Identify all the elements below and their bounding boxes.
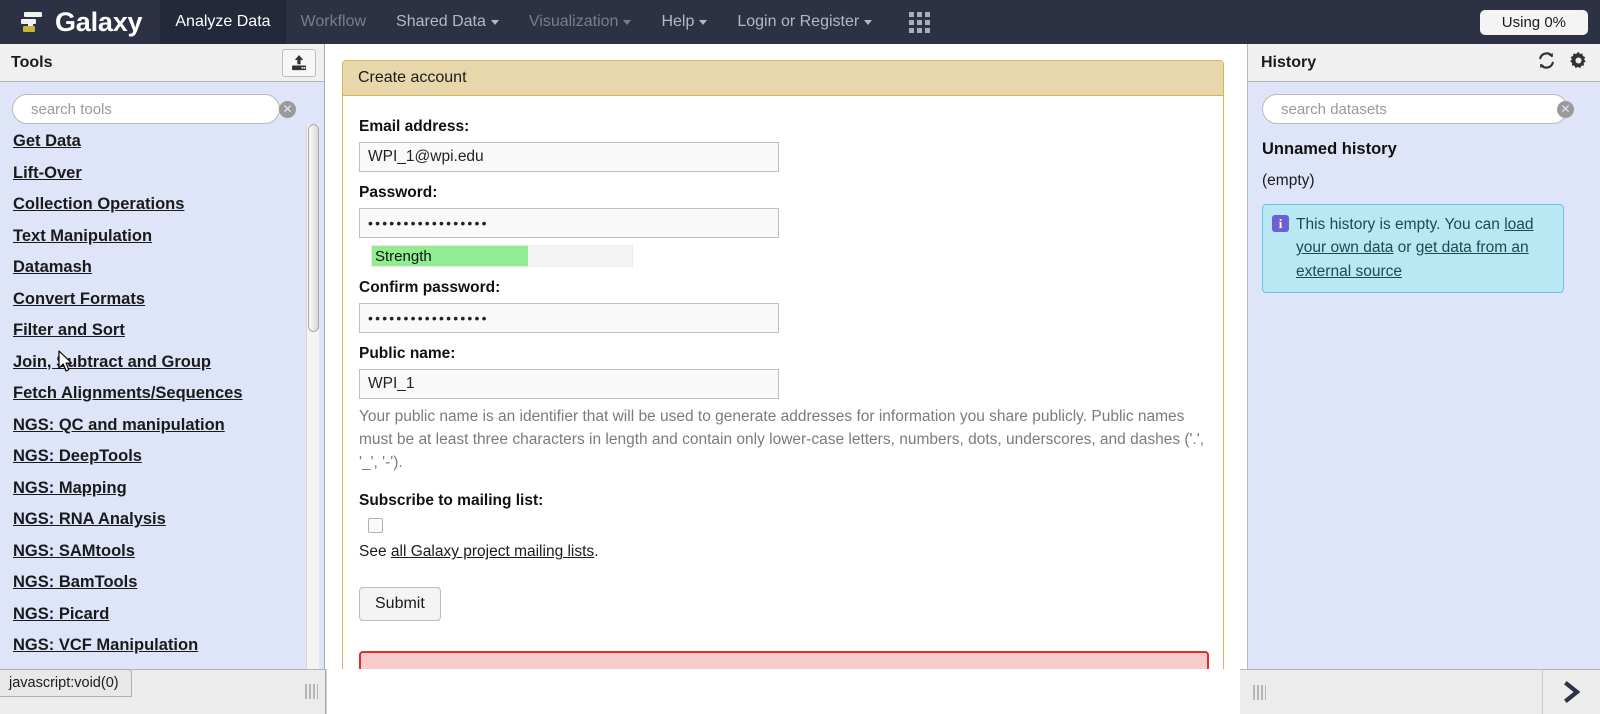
tool-panel: Tools ✕ Get Data Lift-Over Collection Op… [0, 44, 325, 669]
history-panel-footer [1240, 669, 1600, 714]
tool-section-ngs-samtools[interactable]: NGS: SAMtools [13, 542, 324, 561]
grid-apps-icon[interactable] [887, 0, 946, 44]
nav-visualization[interactable]: Visualization [514, 0, 647, 44]
tool-section-ngs-vcf-manipulation[interactable]: NGS: VCF Manipulation [13, 636, 324, 655]
history-panel: History ✕ Unnamed history [1247, 44, 1600, 669]
clear-circle-icon[interactable]: ✕ [1557, 101, 1574, 118]
tool-panel-header: Tools [0, 44, 324, 82]
tool-section-datamash[interactable]: Datamash [13, 258, 324, 277]
msg-part-1: This history is empty. You can [1296, 216, 1505, 233]
tool-section-ngs-mapping[interactable]: NGS: Mapping [13, 479, 324, 498]
email-label: Email address: [359, 118, 470, 135]
tool-search-wrapper: ✕ [0, 94, 324, 124]
chevron-down-icon [699, 19, 708, 25]
main-navigation: Analyze Data Workflow Shared Data Visual… [160, 0, 946, 44]
clear-circle-icon[interactable]: ✕ [279, 101, 296, 118]
info-icon: i [1272, 215, 1289, 232]
msg-part-2: or [1393, 239, 1416, 257]
scrollbar-thumb[interactable] [308, 124, 319, 332]
mailing-lists-line: See all Galaxy project mailing lists. [359, 543, 1207, 561]
tool-section-ngs-picard[interactable]: NGS: Picard [13, 605, 324, 624]
tool-panel-body: ✕ Get Data Lift-Over Collection Operatio… [0, 82, 324, 669]
tool-panel-scrollbar[interactable] [306, 124, 319, 669]
tool-section-filter-and-sort[interactable]: Filter and Sort [13, 321, 324, 340]
nav-label: Analyze Data [175, 13, 271, 30]
confirm-password-field[interactable] [359, 303, 779, 333]
chevron-right-icon[interactable] [1542, 670, 1600, 714]
center-panel-footer [326, 669, 1240, 714]
nav-label: Visualization [528, 13, 619, 30]
tool-section-ngs-deeptools[interactable]: NGS: DeepTools [13, 447, 324, 466]
quota-badge[interactable]: Using 0% [1479, 9, 1588, 35]
error-alert [359, 651, 1209, 669]
submit-button[interactable]: Submit [359, 587, 441, 622]
history-empty-message: i This history is empty. You can load yo… [1262, 204, 1564, 293]
drag-grip-icon[interactable] [1253, 684, 1266, 700]
history-search-wrapper: ✕ [1262, 94, 1586, 124]
public-name-label: Public name: [359, 345, 456, 362]
nav-login-or-register[interactable]: Login or Register [722, 0, 887, 44]
history-size-label: (empty) [1262, 172, 1315, 189]
create-account-card: Create account Email address: Password: … [342, 60, 1224, 669]
tool-section-ngs-qc-and-manipulation[interactable]: NGS: QC and manipulation [13, 416, 324, 435]
nav-label: Shared Data [396, 13, 486, 30]
public-name-help-text: Your public name is an identifier that w… [359, 408, 1205, 471]
nav-label: Workflow [300, 13, 367, 30]
gear-icon[interactable] [1569, 51, 1588, 75]
tool-section-get-data[interactable]: Get Data [13, 132, 324, 151]
history-name[interactable]: Unnamed history [1262, 140, 1586, 159]
create-account-form: Email address: Password: Strength Confir… [343, 96, 1223, 669]
history-panel-title: History [1261, 53, 1317, 71]
confirm-password-label: Confirm password: [359, 279, 501, 296]
brand-title: Galaxy [55, 6, 143, 37]
history-panel-header: History [1248, 44, 1600, 82]
subscribe-checkbox[interactable] [368, 518, 383, 534]
all-mailing-lists-link[interactable]: all Galaxy project mailing lists [391, 543, 594, 560]
tool-section-list: Get Data Lift-Over Collection Operations… [0, 132, 324, 669]
nav-help[interactable]: Help [646, 0, 722, 44]
search-tools-input[interactable] [12, 94, 280, 124]
tool-section-convert-formats[interactable]: Convert Formats [13, 290, 324, 309]
chevron-down-icon [490, 19, 499, 25]
tool-section-collection-operations[interactable]: Collection Operations [13, 195, 324, 214]
history-empty-message-text: This history is empty. You can load your… [1296, 213, 1554, 283]
subscribe-label: Subscribe to mailing list: [359, 492, 544, 510]
tool-section-lift-over[interactable]: Lift-Over [13, 164, 324, 183]
brand-home-link[interactable]: Galaxy [0, 0, 160, 44]
chevron-down-icon [623, 19, 632, 25]
tool-section-join-subtract-and-group[interactable]: Join, Subtract and Group [13, 353, 324, 372]
nav-shared-data[interactable]: Shared Data [381, 0, 514, 44]
see-prefix: See [359, 543, 391, 561]
email-field[interactable] [359, 142, 779, 172]
password-field[interactable] [359, 208, 779, 238]
galaxy-bars-logo-icon [20, 9, 46, 35]
password-label: Password: [359, 184, 438, 201]
history-panel-body: ✕ Unnamed history (empty) i This history… [1248, 82, 1600, 293]
nav-workflow[interactable]: Workflow [286, 0, 382, 44]
tool-panel-title: Tools [11, 53, 53, 71]
drag-grip-icon[interactable] [305, 684, 318, 699]
upload-icon[interactable] [282, 48, 316, 77]
center-panel: Create account Email address: Password: … [326, 44, 1239, 669]
tool-section-ngs-rna-analysis[interactable]: NGS: RNA Analysis [13, 510, 324, 529]
refresh-icon[interactable] [1537, 51, 1556, 75]
see-suffix: . [594, 543, 599, 561]
status-bar-url-text: javascript:void(0) [9, 675, 119, 691]
tool-section-ngs-bamtools[interactable]: NGS: BamTools [13, 573, 324, 592]
public-name-field[interactable] [359, 369, 779, 399]
password-strength-meter: Strength [371, 245, 633, 267]
masthead: Galaxy Analyze Data Workflow Shared Data… [0, 0, 1600, 44]
password-strength-label: Strength [375, 248, 432, 265]
nav-label: Login or Register [737, 13, 860, 30]
quota-area: Using 0% [1479, 0, 1600, 44]
search-datasets-input[interactable] [1262, 94, 1568, 124]
nav-analyze-data[interactable]: Analyze Data [160, 0, 286, 44]
status-bar-url: javascript:void(0) [0, 669, 132, 697]
card-title: Create account [343, 61, 1223, 96]
nav-label: Help [661, 13, 695, 30]
tool-section-text-manipulation[interactable]: Text Manipulation [13, 227, 324, 246]
tool-section-fetch-alignments-sequences[interactable]: Fetch Alignments/Sequences [13, 384, 324, 403]
chevron-down-icon [864, 19, 873, 25]
